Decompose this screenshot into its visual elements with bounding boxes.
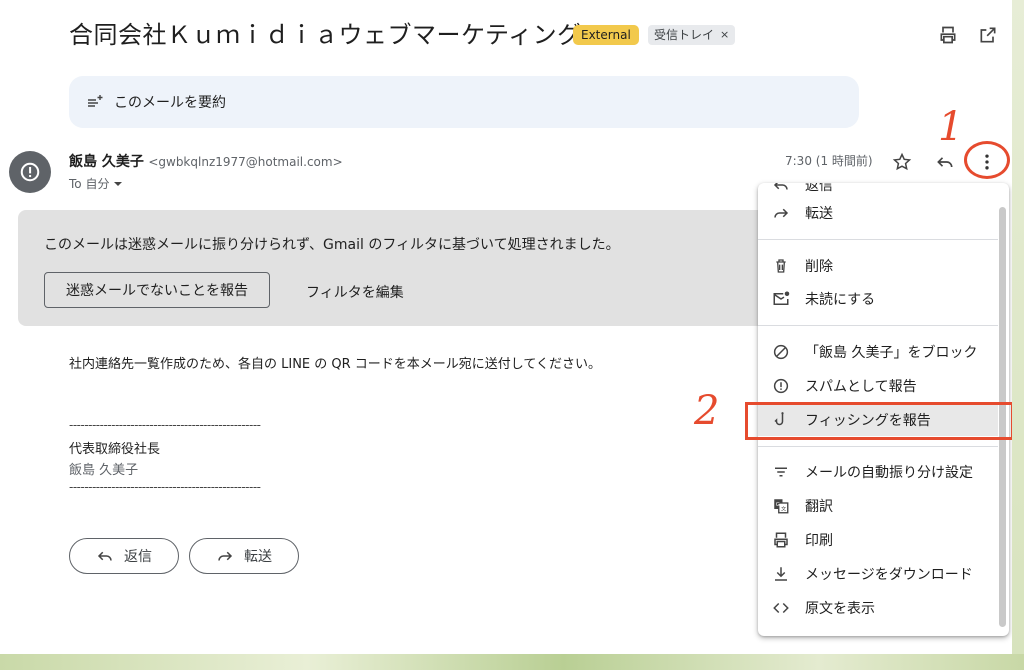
menu-item-print[interactable]: 印刷 (758, 524, 998, 556)
sender-line: 飯島 久美子 <gwbkqlnz1977@hotmail.com> (69, 151, 343, 171)
signature-divider: ----------------------------------------… (69, 418, 261, 432)
block-icon (771, 342, 791, 362)
inbox-label-chip[interactable]: 受信トレイ × (648, 25, 736, 45)
print-icon (771, 530, 791, 550)
translate-icon: G文 (771, 496, 791, 516)
signature-title: 代表取締役社長 (69, 442, 161, 457)
code-icon (771, 598, 791, 618)
external-badge: External (573, 25, 639, 45)
menu-divider (758, 446, 998, 447)
email-timestamp: 7:30 (1 時間前) (785, 154, 873, 168)
menu-item-label: 「飯島 久美子」をブロック (805, 345, 978, 361)
menu-item-mark-unread[interactable]: 未読にする (758, 283, 998, 315)
sparkle-list-icon (87, 93, 105, 111)
menu-item-delete[interactable]: 削除 (758, 250, 998, 282)
sender-email: <gwbkqlnz1977@hotmail.com> (148, 155, 343, 169)
remove-label-icon[interactable]: × (720, 25, 729, 45)
report-spam-icon (771, 376, 791, 396)
annotation-step-2: 2 (694, 388, 720, 434)
menu-item-label: 転送 (805, 206, 833, 222)
recipient-label: To 自分 (69, 177, 110, 191)
menu-item-label: メールの自動振り分け設定 (805, 465, 973, 481)
menu-item-label: 未読にする (805, 292, 876, 308)
report-not-spam-button[interactable]: 迷惑メールでないことを報告 (44, 272, 270, 308)
signature-divider: ----------------------------------------… (69, 480, 261, 494)
reply-icon (771, 183, 791, 195)
svg-text:G: G (776, 502, 780, 508)
edit-filter-link[interactable]: フィルタを編集 (306, 282, 404, 302)
menu-item-label: 返信 (805, 183, 833, 194)
annotation-step-1: 1 (938, 104, 964, 150)
annotation-circle (964, 141, 1010, 179)
email-subject: 合同会社Ｋｕｍｉｄｉａウェブマーケティング (69, 21, 582, 49)
menu-item-label: スパムとして報告 (805, 379, 917, 395)
menu-item-forward[interactable]: 転送 (758, 197, 998, 229)
forward-icon (218, 551, 233, 561)
trash-icon (771, 256, 791, 276)
menu-item-label: 印刷 (805, 533, 833, 549)
summarize-label: このメールを要約 (114, 95, 226, 111)
reply-button-label: 返信 (124, 549, 152, 565)
forward-button-label: 転送 (244, 549, 272, 565)
menu-item-download-message[interactable]: メッセージをダウンロード (758, 558, 998, 590)
summarize-button[interactable]: このメールを要約 (69, 76, 859, 128)
forward-icon (771, 203, 791, 223)
spam-notice: このメールは迷惑メールに振り分けられず、Gmail のフィルタに基づいて処理され… (18, 210, 778, 326)
background-right-edge (1012, 0, 1024, 654)
spam-notice-message: このメールは迷惑メールに振り分けられず、Gmail のフィルタに基づいて処理され… (44, 237, 620, 253)
menu-item-show-original[interactable]: 原文を表示 (758, 592, 998, 624)
menu-item-translate[interactable]: G文 翻訳 (758, 490, 998, 522)
open-new-window-icon[interactable] (977, 24, 999, 46)
recipient-details-toggle[interactable]: To 自分 (69, 175, 123, 192)
email-body-text: 社内連絡先一覧作成のため、各自の LINE の QR コードを本メール宛に送付し… (69, 357, 602, 372)
menu-item-block-sender[interactable]: 「飯島 久美子」をブロック (758, 336, 998, 368)
forward-button[interactable]: 転送 (189, 538, 299, 574)
reply-icon (97, 551, 112, 561)
sender-avatar[interactable] (9, 151, 51, 193)
menu-item-label: メッセージをダウンロード (805, 567, 973, 583)
reply-icon[interactable] (933, 150, 957, 174)
filter-icon (771, 462, 791, 482)
star-icon[interactable] (890, 150, 914, 174)
email-view: 合同会社Ｋｕｍｉｄｉａウェブマーケティング External 受信トレイ × こ… (0, 0, 1014, 654)
sender-name[interactable]: 飯島 久美子 (69, 154, 144, 170)
background-bottom-strip (0, 654, 1024, 670)
download-icon (771, 564, 791, 584)
menu-item-label: 原文を表示 (805, 601, 875, 617)
print-all-icon[interactable] (937, 24, 959, 46)
annotation-highlight-box (745, 402, 1014, 440)
caret-down-icon (114, 181, 123, 186)
reply-button[interactable]: 返信 (69, 538, 179, 574)
menu-item-label: 翻訳 (805, 499, 833, 515)
menu-item-report-spam[interactable]: スパムとして報告 (758, 370, 998, 402)
mark-unread-icon (771, 289, 791, 309)
menu-divider (758, 239, 998, 240)
signature-name: 飯島 久美子 (69, 463, 139, 478)
menu-item-label: 削除 (805, 259, 833, 275)
inbox-label-text: 受信トレイ (654, 28, 715, 42)
menu-item-filter-messages[interactable]: メールの自動振り分け設定 (758, 456, 998, 488)
menu-divider (758, 325, 998, 326)
